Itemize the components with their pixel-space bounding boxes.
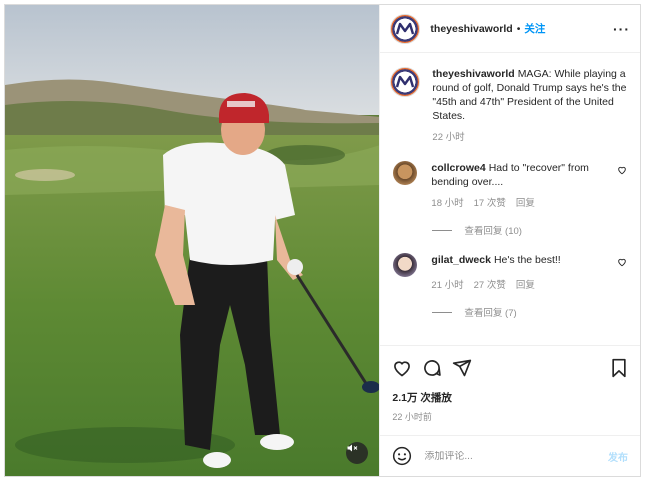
view-replies-button[interactable]: 查看回复 (10) bbox=[432, 223, 628, 237]
reply-button[interactable]: 回复 bbox=[516, 279, 535, 293]
comment-composer: 发布 bbox=[380, 435, 640, 476]
share-send-icon[interactable] bbox=[452, 358, 472, 378]
author-username[interactable]: theyeshivaworld bbox=[430, 23, 512, 35]
comment-time[interactable]: 21 小时 bbox=[431, 279, 463, 293]
author-avatar[interactable] bbox=[390, 13, 421, 44]
view-replies-label: 查看回复 (10) bbox=[464, 226, 522, 237]
comment-input[interactable] bbox=[424, 450, 608, 462]
commenter-avatar[interactable] bbox=[393, 253, 418, 277]
comments-list: theyeshivaworld MAGA: While playing a rou… bbox=[380, 53, 640, 345]
video-frame bbox=[5, 5, 380, 476]
comment-text: He's the best!! bbox=[493, 254, 561, 266]
volume-muted-icon bbox=[347, 444, 358, 452]
caption: theyeshivaworld MAGA: While playing a rou… bbox=[390, 67, 628, 145]
post-dialog: theyeshivaworld • 关注 ··· theyeshivaworld… bbox=[4, 4, 641, 477]
comment-likes[interactable]: 27 次赞 bbox=[474, 279, 506, 293]
view-count[interactable]: 2.1万 次播放 bbox=[392, 390, 628, 405]
post-header: theyeshivaworld • 关注 ··· bbox=[380, 5, 640, 53]
yeshiva-world-logo-icon bbox=[396, 22, 415, 34]
comment-likes[interactable]: 17 次赞 bbox=[474, 197, 506, 211]
like-heart-icon[interactable] bbox=[392, 358, 412, 378]
separator-dot: • bbox=[516, 22, 521, 35]
commenter-avatar[interactable] bbox=[393, 161, 418, 185]
comment-username[interactable]: gilat_dweck bbox=[431, 254, 491, 266]
follow-button[interactable]: 关注 bbox=[524, 21, 545, 36]
caption-avatar[interactable] bbox=[390, 67, 421, 97]
caption-username[interactable]: theyeshivaworld bbox=[432, 68, 514, 80]
yeshiva-world-logo-icon bbox=[396, 75, 415, 88]
like-comment-heart-icon[interactable] bbox=[616, 165, 628, 175]
video-player[interactable] bbox=[5, 5, 380, 476]
comment-bubble-icon[interactable] bbox=[422, 358, 442, 378]
view-replies-button[interactable]: 查看回复 (7) bbox=[432, 305, 628, 319]
post-sidebar: theyeshivaworld • 关注 ··· theyeshivaworld… bbox=[379, 5, 640, 476]
emoji-smile-icon[interactable] bbox=[392, 446, 412, 466]
post-comment-button[interactable]: 发布 bbox=[608, 449, 628, 464]
like-comment-heart-icon[interactable] bbox=[616, 257, 628, 267]
view-replies-label: 查看回复 (7) bbox=[464, 308, 517, 319]
comment: gilat_dweck He's the best!! 21 小时 27 次赞 回… bbox=[390, 253, 628, 293]
divider-line bbox=[432, 229, 453, 231]
comment-username[interactable]: collcrowe4 bbox=[431, 162, 485, 174]
post-timestamp[interactable]: 22 小时前 bbox=[392, 410, 628, 423]
reply-button[interactable]: 回复 bbox=[516, 197, 535, 211]
post-actions: 2.1万 次播放 22 小时前 bbox=[380, 345, 640, 435]
more-options-icon[interactable]: ··· bbox=[613, 21, 630, 37]
save-bookmark-icon[interactable] bbox=[610, 358, 628, 378]
comment-time[interactable]: 18 小时 bbox=[431, 197, 463, 211]
caption-time[interactable]: 22 小时 bbox=[432, 131, 464, 145]
comment: collcrowe4 Had to "recover" from bending … bbox=[390, 161, 628, 211]
divider-line bbox=[432, 311, 453, 313]
